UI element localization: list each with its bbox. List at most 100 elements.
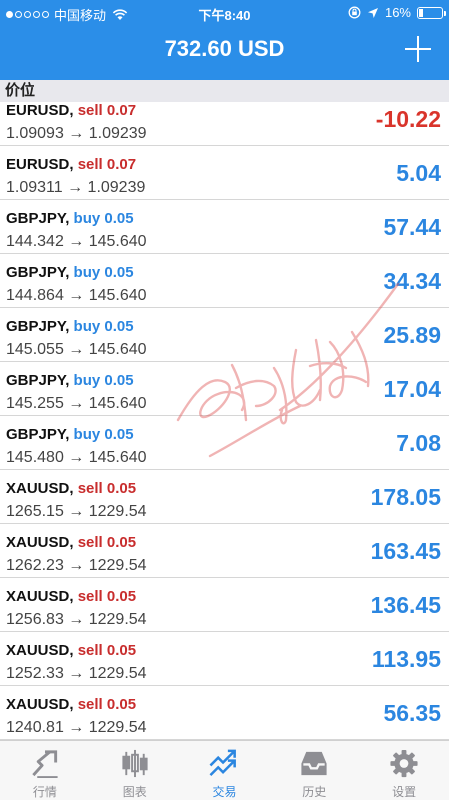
position-title: XAUUSD, sell 0.05 bbox=[6, 588, 136, 605]
order-volume: 0.07 bbox=[106, 102, 137, 119]
price-change: 145.055 → 145.640 bbox=[6, 341, 147, 358]
add-order-button[interactable] bbox=[403, 34, 433, 64]
tab-history[interactable]: 历史 bbox=[269, 741, 359, 800]
price-change: 1.09093 → 1.09239 bbox=[6, 125, 147, 142]
quotes-icon bbox=[32, 750, 58, 779]
position-title: GBPJPY, buy 0.05 bbox=[6, 372, 134, 389]
positions-list[interactable]: EURUSD, sell 0.07 1.09093 → 1.09239 -10.22… bbox=[0, 92, 449, 740]
status-bar: 中国移动 下午8:40 16% bbox=[0, 0, 449, 26]
order-side: sell bbox=[77, 480, 103, 497]
symbol-label: XAUUSD, bbox=[6, 642, 74, 659]
profit-value: 7.08 bbox=[396, 430, 441, 456]
order-volume: 0.05 bbox=[106, 480, 137, 497]
order-side: sell bbox=[77, 534, 103, 551]
tab-label: 图表 bbox=[122, 785, 147, 799]
symbol-label: GBPJPY, bbox=[6, 210, 70, 227]
chart-icon bbox=[122, 749, 148, 778]
position-title: GBPJPY, buy 0.05 bbox=[6, 318, 134, 335]
order-volume: 0.05 bbox=[106, 642, 137, 659]
position-title: EURUSD, sell 0.07 bbox=[6, 102, 136, 119]
price-change: 1265.15 → 1229.54 bbox=[6, 503, 147, 520]
position-title: GBPJPY, buy 0.05 bbox=[6, 210, 134, 227]
battery-level bbox=[419, 8, 423, 17]
position-row[interactable]: GBPJPY, buy 0.05 144.342 → 145.640 57.44 bbox=[0, 200, 449, 254]
tab-trade[interactable]: 交易 bbox=[180, 741, 270, 800]
profit-value: 34.34 bbox=[383, 268, 441, 294]
tab-label: 设置 bbox=[392, 785, 417, 799]
order-volume: 0.05 bbox=[106, 588, 137, 605]
position-row[interactable]: XAUUSD, sell 0.05 1240.81 → 1229.54 56.35 bbox=[0, 686, 449, 740]
trade-icon bbox=[210, 749, 237, 777]
position-row[interactable]: GBPJPY, buy 0.05 145.255 → 145.640 17.04 bbox=[0, 362, 449, 416]
order-side: sell bbox=[77, 642, 103, 659]
position-row[interactable]: XAUUSD, sell 0.05 1262.23 → 1229.54 163.45 bbox=[0, 524, 449, 578]
order-volume: 0.05 bbox=[104, 372, 134, 389]
order-volume: 0.07 bbox=[106, 156, 137, 173]
tab-chart[interactable]: 图表 bbox=[90, 741, 180, 800]
status-right: 16% bbox=[348, 5, 446, 20]
nav-bar: 732.60 USD bbox=[0, 26, 449, 80]
price-change: 145.480 → 145.640 bbox=[6, 449, 147, 466]
price-change: 1252.33 → 1229.54 bbox=[6, 665, 147, 682]
tab-bar: 行情 图表 交易 历史 设置 bbox=[0, 740, 449, 800]
profit-value: 113.95 bbox=[371, 646, 441, 672]
price-change: 145.255 → 145.640 bbox=[6, 395, 147, 412]
profit-value: 17.04 bbox=[383, 376, 441, 402]
symbol-label: EURUSD, bbox=[6, 102, 74, 119]
price-change: 144.342 → 145.640 bbox=[6, 233, 147, 250]
profit-value: 57.44 bbox=[383, 214, 441, 240]
symbol-label: GBPJPY, bbox=[6, 426, 70, 443]
position-title: XAUUSD, sell 0.05 bbox=[6, 480, 136, 497]
price-change: 1256.83 → 1229.54 bbox=[6, 611, 147, 628]
symbol-label: XAUUSD, bbox=[6, 696, 74, 713]
symbol-label: GBPJPY, bbox=[6, 372, 70, 389]
battery-percent: 16% bbox=[384, 5, 411, 20]
order-side: buy bbox=[73, 426, 101, 443]
profit-value: 178.05 bbox=[370, 484, 441, 510]
position-title: XAUUSD, sell 0.05 bbox=[6, 642, 136, 659]
order-side: buy bbox=[73, 318, 101, 335]
order-volume: 0.05 bbox=[106, 696, 137, 713]
position-row[interactable]: GBPJPY, buy 0.05 145.055 → 145.640 25.89 bbox=[0, 308, 449, 362]
order-volume: 0.05 bbox=[104, 264, 134, 281]
price-change: 144.864 → 145.640 bbox=[6, 287, 147, 304]
profit-value: 25.89 bbox=[383, 322, 441, 348]
account-balance: 732.60 USD bbox=[164, 36, 285, 61]
profit-value: 5.04 bbox=[396, 160, 441, 186]
order-volume: 0.05 bbox=[104, 318, 134, 335]
symbol-label: XAUUSD, bbox=[6, 588, 74, 605]
history-icon bbox=[301, 751, 327, 776]
position-row[interactable]: XAUUSD, sell 0.05 1265.15 → 1229.54 178.05 bbox=[0, 470, 449, 524]
price-change: 1262.23 → 1229.54 bbox=[6, 557, 147, 574]
rotation-lock-icon bbox=[348, 6, 361, 19]
position-title: GBPJPY, buy 0.05 bbox=[6, 426, 134, 443]
order-side: buy bbox=[73, 210, 101, 227]
location-icon bbox=[367, 7, 378, 18]
order-volume: 0.05 bbox=[106, 534, 137, 551]
position-title: XAUUSD, sell 0.05 bbox=[6, 534, 136, 551]
symbol-label: XAUUSD, bbox=[6, 534, 74, 551]
position-title: GBPJPY, buy 0.05 bbox=[6, 264, 134, 281]
order-side: buy bbox=[73, 372, 101, 389]
profit-value: 56.35 bbox=[383, 700, 441, 726]
position-row[interactable]: XAUUSD, sell 0.05 1256.83 → 1229.54 136.45 bbox=[0, 578, 449, 632]
position-row[interactable]: EURUSD, sell 0.07 1.09311 → 1.09239 5.04 bbox=[0, 146, 449, 200]
profit-value: 136.45 bbox=[370, 592, 441, 618]
price-change: 1240.81 → 1229.54 bbox=[6, 719, 147, 736]
order-side: buy bbox=[73, 264, 101, 281]
tab-settings[interactable]: 设置 bbox=[359, 741, 449, 800]
position-row[interactable]: GBPJPY, buy 0.05 145.480 → 145.640 7.08 bbox=[0, 416, 449, 470]
profit-value: -10.22 bbox=[375, 106, 441, 132]
position-title: XAUUSD, sell 0.05 bbox=[6, 696, 136, 713]
tab-label: 交易 bbox=[212, 785, 237, 799]
order-side: sell bbox=[77, 696, 103, 713]
settings-icon bbox=[390, 749, 418, 778]
order-side: sell bbox=[77, 102, 103, 119]
order-volume: 0.05 bbox=[104, 210, 134, 227]
position-row[interactable]: GBPJPY, buy 0.05 144.864 → 145.640 34.34 bbox=[0, 254, 449, 308]
tab-quotes[interactable]: 行情 bbox=[0, 741, 90, 800]
position-row[interactable]: XAUUSD, sell 0.05 1252.33 → 1229.54 113.95 bbox=[0, 632, 449, 686]
symbol-label: XAUUSD, bbox=[6, 480, 74, 497]
tab-label: 行情 bbox=[32, 785, 57, 799]
battery-icon bbox=[417, 6, 446, 19]
